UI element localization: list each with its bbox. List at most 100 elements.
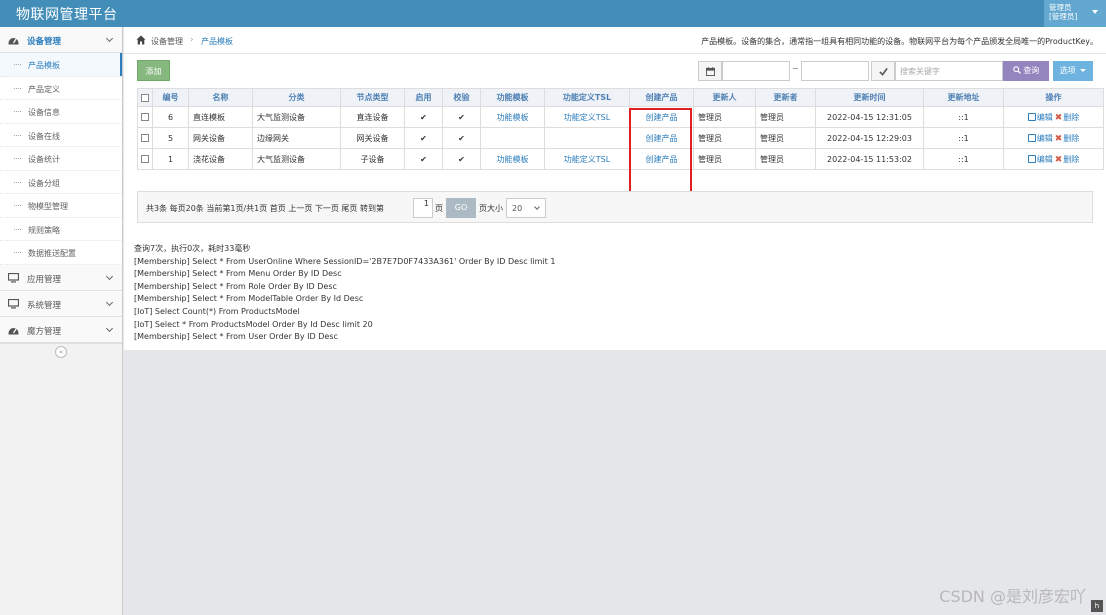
cell-actions: 编辑 ✖删除 bbox=[1003, 148, 1104, 170]
column-header: 功能定义TSL bbox=[544, 88, 630, 107]
breadcrumb: 设备管理 › 产品模板 产品模板。设备的集合，通常指一组具有相同功能的设备。物联… bbox=[124, 27, 1106, 54]
tsl-link[interactable] bbox=[544, 127, 630, 149]
sidebar-item-device-group[interactable]: 设备分组 bbox=[0, 170, 122, 194]
create-product-link[interactable]: 创建产品 bbox=[629, 106, 694, 128]
log-line: [Membership] Select * From User Order By… bbox=[134, 332, 338, 342]
edit-link[interactable]: 编辑 bbox=[1037, 134, 1053, 143]
create-product-link[interactable]: 创建产品 bbox=[629, 127, 694, 149]
content-panel: 添加 ~ 查询 选项 bbox=[124, 54, 1106, 236]
delete-link[interactable]: 删除 bbox=[1063, 155, 1079, 164]
column-header[interactable]: 更新者 bbox=[755, 88, 816, 107]
column-header[interactable]: 更新时间 bbox=[815, 88, 924, 107]
select-all-checkbox[interactable] bbox=[141, 93, 149, 102]
home-icon[interactable] bbox=[136, 35, 146, 45]
cell-enabled: ✔ bbox=[404, 106, 443, 128]
edit-icon[interactable] bbox=[1027, 154, 1036, 163]
app-title: 物联网管理平台 bbox=[16, 7, 118, 23]
row-checkbox[interactable] bbox=[141, 155, 149, 163]
search-input[interactable] bbox=[895, 61, 1003, 81]
chevron-down-icon bbox=[105, 298, 114, 306]
user-menu[interactable]: 管理员 [管理员] bbox=[1044, 0, 1106, 27]
options-dropdown-button[interactable]: 选项 bbox=[1053, 61, 1093, 81]
caret-down-icon bbox=[1092, 10, 1098, 14]
row-select-cell[interactable] bbox=[137, 148, 153, 170]
cell-id: 6 bbox=[152, 106, 189, 128]
row-checkbox[interactable] bbox=[141, 113, 149, 121]
tsl-link[interactable]: 功能定义TSL bbox=[544, 148, 630, 170]
column-header[interactable]: 更新地址 bbox=[923, 88, 1004, 107]
check-button[interactable] bbox=[871, 61, 895, 81]
sidebar-group-device[interactable]: 设备管理 bbox=[0, 27, 122, 53]
sidebar-item-device-stats[interactable]: 设备统计 bbox=[0, 147, 122, 171]
delete-icon[interactable]: ✖ bbox=[1055, 134, 1063, 144]
function-template-link[interactable]: 功能模板 bbox=[480, 148, 545, 170]
double-chevron-left-icon[interactable]: « bbox=[55, 345, 67, 358]
add-button[interactable]: 添加 bbox=[137, 60, 170, 81]
calendar-button[interactable] bbox=[698, 61, 722, 81]
cell-name: 浇花设备 bbox=[188, 148, 253, 170]
dashboard-icon bbox=[8, 327, 19, 334]
breadcrumb-item-product-template[interactable]: 产品模板 bbox=[201, 36, 233, 47]
cell-verified: ✔ bbox=[442, 106, 481, 128]
row-checkbox[interactable] bbox=[141, 134, 149, 142]
edit-icon[interactable] bbox=[1027, 133, 1036, 142]
cell-updater: 管理员 bbox=[693, 148, 756, 170]
function-template-link[interactable] bbox=[480, 127, 545, 149]
column-header[interactable]: 校验 bbox=[442, 88, 481, 107]
page-number-input[interactable]: 1 bbox=[413, 198, 433, 218]
edit-icon[interactable] bbox=[1027, 112, 1036, 121]
sidebar-group-app[interactable]: 应用管理 bbox=[0, 264, 122, 291]
column-header[interactable]: 启用 bbox=[404, 88, 443, 107]
delete-icon[interactable]: ✖ bbox=[1055, 155, 1063, 165]
sidebar-group-system[interactable]: 系统管理 bbox=[0, 290, 122, 317]
cell-node-type: 直连设备 bbox=[340, 106, 405, 128]
cell-update-time: 2022-04-15 12:31:05 bbox=[815, 106, 924, 128]
sidebar-item-rule-policy[interactable]: 规则策略 bbox=[0, 217, 122, 241]
delete-icon[interactable]: ✖ bbox=[1055, 113, 1063, 123]
sidebar-item-label: 物模型管理 bbox=[28, 202, 68, 211]
function-template-link[interactable]: 功能模板 bbox=[480, 106, 545, 128]
delete-link[interactable]: 删除 bbox=[1063, 113, 1079, 122]
column-header[interactable]: 更新人 bbox=[693, 88, 756, 107]
breadcrumb-item-device-management[interactable]: 设备管理 bbox=[151, 36, 183, 47]
sidebar-item-product-definition[interactable]: 产品定义 bbox=[0, 76, 122, 100]
end-date-input[interactable] bbox=[801, 61, 869, 81]
pagination-summary: 共3条 每页20条 当前第1页/共1页 首页 上一页 下一页 尾页 转到第 bbox=[146, 204, 384, 213]
check-icon bbox=[879, 67, 888, 76]
page-size-select[interactable]: 20 bbox=[506, 198, 546, 218]
sidebar-item-label: 产品模板 bbox=[28, 61, 60, 70]
go-button[interactable]: GO bbox=[446, 198, 476, 218]
cell-updater: 管理员 bbox=[693, 106, 756, 128]
desktop-icon bbox=[8, 272, 19, 282]
column-header[interactable]: 节点类型 bbox=[340, 88, 405, 107]
sidebar-group-label: 系统管理 bbox=[27, 300, 62, 311]
create-product-link[interactable]: 创建产品 bbox=[629, 148, 694, 170]
edit-link[interactable]: 编辑 bbox=[1037, 113, 1053, 122]
column-header[interactable]: 分类 bbox=[252, 88, 341, 107]
chevron-down-icon bbox=[105, 272, 114, 280]
sidebar-item-device-online[interactable]: 设备在线 bbox=[0, 123, 122, 147]
tsl-link[interactable]: 功能定义TSL bbox=[544, 106, 630, 128]
sidebar-item-device-info[interactable]: 设备信息 bbox=[0, 100, 122, 124]
corner-button[interactable]: h bbox=[1091, 600, 1103, 612]
cell-updated-by: 管理员 bbox=[755, 148, 816, 170]
select-all-cell[interactable] bbox=[137, 88, 153, 107]
column-header[interactable]: 名称 bbox=[188, 88, 253, 107]
sidebar-item-thing-model[interactable]: 物模型管理 bbox=[0, 194, 122, 218]
page-description: 产品模板。设备的集合，通常指一组具有相同功能的设备。物联网平台为每个产品颁发全局… bbox=[701, 37, 1098, 46]
start-date-input[interactable] bbox=[722, 61, 790, 81]
edit-link[interactable]: 编辑 bbox=[1037, 155, 1053, 164]
column-header[interactable]: 编号 bbox=[152, 88, 189, 107]
row-select-cell[interactable] bbox=[137, 127, 153, 149]
sidebar-item-data-push[interactable]: 数据推送配置 bbox=[0, 241, 122, 265]
sidebar-item-product-template[interactable]: 产品模板 bbox=[0, 53, 122, 77]
delete-link[interactable]: 删除 bbox=[1063, 134, 1079, 143]
query-button[interactable]: 查询 bbox=[1003, 61, 1049, 81]
sidebar-group-cube[interactable]: 魔方管理 bbox=[0, 316, 122, 343]
chevron-down-icon bbox=[105, 34, 114, 43]
log-line: [Membership] Select * From Menu Order By… bbox=[134, 269, 342, 279]
row-select-cell[interactable] bbox=[137, 106, 153, 128]
query-button-label: 查询 bbox=[1023, 66, 1040, 75]
table-row: 5 网关设备 边缘网关 网关设备 ✔ ✔ 创建产品 管理员 管理员 2022-0… bbox=[137, 127, 1104, 149]
search-icon bbox=[1012, 66, 1021, 74]
